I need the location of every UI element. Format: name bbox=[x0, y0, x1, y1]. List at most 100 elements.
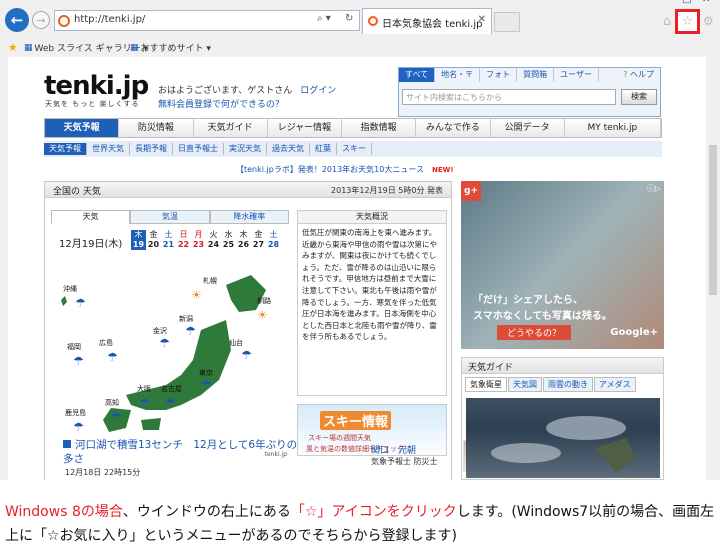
back-arrow-icon[interactable]: ← bbox=[5, 8, 29, 32]
nav-item[interactable]: 天気予報 bbox=[45, 119, 120, 137]
forecaster-name[interactable]: 関口 元朝 bbox=[371, 443, 438, 456]
date-cell[interactable]: 水 25 bbox=[221, 230, 236, 250]
minimize-icon[interactable]: ─ bbox=[664, 0, 670, 5]
subnav-item[interactable]: 過去天気 bbox=[267, 143, 310, 155]
rain-icon: ☂ bbox=[139, 396, 150, 410]
ad-cta-button[interactable]: どうやるの？ bbox=[497, 325, 572, 340]
search-tab[interactable]: フォト bbox=[480, 68, 518, 82]
date-cell[interactable]: 金 20 bbox=[146, 230, 161, 250]
subnav-item[interactable]: 長期予報 bbox=[130, 143, 173, 155]
subnav-item[interactable]: スキー bbox=[337, 143, 372, 155]
national-weather-panel: 全国の 天気 2013年12月19日 5時0分 発表 天気 気温 降水確率 12… bbox=[44, 181, 485, 480]
date-cell[interactable]: 木 26 bbox=[236, 230, 251, 250]
favorites-bar: ★ ▦ Web スライス ギャラリー ▾ ▦ おすすめサイト ▾ bbox=[0, 38, 720, 56]
nav-item[interactable]: レジャー情報 bbox=[268, 119, 342, 137]
url-text[interactable]: http://tenki.jp/ bbox=[74, 14, 145, 25]
date-cell[interactable]: 日 22 bbox=[176, 230, 191, 250]
date-cell[interactable]: 火 24 bbox=[206, 230, 221, 250]
greeting: おはようございます、ゲストさん ログイン bbox=[158, 86, 337, 96]
search-tab[interactable]: 地名・〒 bbox=[435, 68, 481, 82]
subnav-item[interactable]: 天気予報 bbox=[44, 143, 87, 155]
guide-tab[interactable]: 雨雲の動き bbox=[543, 377, 593, 392]
news-date: 12月18日 22時15分 bbox=[65, 468, 141, 477]
city-label[interactable]: 仙台 bbox=[229, 338, 243, 348]
forward-arrow-icon[interactable]: → bbox=[32, 11, 50, 29]
city-label[interactable]: 鹿児島 bbox=[65, 408, 86, 418]
panel-title: 全国の 天気 bbox=[53, 187, 101, 197]
guide-tab[interactable]: 気象衛星 bbox=[465, 377, 507, 392]
guide-tab[interactable]: 天気図 bbox=[508, 377, 542, 392]
subnav-item[interactable]: 実況天気 bbox=[224, 143, 267, 155]
vertical-scrollbar[interactable] bbox=[706, 57, 720, 480]
city-label[interactable]: 福岡 bbox=[67, 342, 81, 352]
favorites-bar-star-icon[interactable]: ★ bbox=[8, 41, 18, 54]
search-tab[interactable]: 質問箱 bbox=[517, 68, 555, 82]
map-tab[interactable]: 降水確率 bbox=[209, 210, 289, 224]
city-label[interactable]: 高知 bbox=[105, 398, 119, 408]
search-button[interactable]: 検索 bbox=[621, 89, 657, 105]
nav-item-my-tenki[interactable]: MY tenki.jp bbox=[565, 119, 661, 137]
login-link[interactable]: ログイン bbox=[300, 86, 336, 96]
map-tab[interactable]: 気温 bbox=[130, 210, 210, 224]
date-cell[interactable]: 月 23 bbox=[191, 230, 206, 250]
tab-favicon-icon bbox=[368, 16, 378, 26]
rain-icon: ☂ bbox=[75, 296, 86, 310]
browser-tab[interactable]: 日本気象協会 tenki.jp ✕ bbox=[362, 8, 492, 34]
maximize-icon[interactable]: □ bbox=[682, 0, 691, 5]
guide-tab[interactable]: アメダス bbox=[594, 377, 636, 392]
date-cell[interactable]: 土 28 bbox=[266, 230, 281, 250]
news-headline[interactable]: 河口湖で積雪13センチ 12月として6年ぶりの多さ bbox=[63, 438, 303, 466]
address-bar[interactable]: http://tenki.jp/ ⌕ ▾ ↻ bbox=[54, 10, 360, 31]
ad-banner[interactable]: g+ ⓘ▷ 「だけ」シェアしたら、 スマホなくしても写真は残る。 どうやるの？ … bbox=[461, 181, 664, 349]
date-cell[interactable]: 木 19 bbox=[131, 230, 146, 250]
map-tab[interactable]: 天気 bbox=[51, 210, 131, 224]
city-label[interactable]: 名古屋 bbox=[161, 384, 182, 394]
nav-item[interactable]: 指数情報 bbox=[342, 119, 417, 137]
city-label[interactable]: 沖縄 bbox=[63, 284, 77, 294]
refresh-icon[interactable]: ↻ bbox=[345, 13, 353, 24]
city-label[interactable]: 札幌 bbox=[203, 276, 217, 286]
nav-item[interactable]: 防災情報 bbox=[119, 119, 194, 137]
gear-icon[interactable]: ⚙ bbox=[703, 14, 714, 28]
ad-brand: Google+ bbox=[610, 327, 658, 338]
ad-info-icon[interactable]: ⓘ▷ bbox=[647, 183, 661, 194]
subnav-item[interactable]: 世界天気 bbox=[87, 143, 130, 155]
nav-item[interactable]: 公開データ bbox=[491, 119, 565, 137]
site-logo[interactable]: tenki.jp bbox=[44, 71, 149, 101]
search-tab[interactable]: すべて bbox=[399, 68, 436, 82]
news-ticker[interactable]: 【tenki.jpラボ】発表！2013年お天気10大ニュース NEW! bbox=[236, 164, 454, 175]
date-selector: 木 19 金 20 土 21 日 22 月 23 火 24 水 25 木 26 金 27 土 28 bbox=[131, 230, 281, 250]
ad-line: スマホなくしても写真は残る。 bbox=[473, 311, 612, 322]
city-label[interactable]: 広島 bbox=[99, 338, 113, 348]
rain-icon: ☂ bbox=[73, 420, 84, 434]
scroll-thumb[interactable] bbox=[709, 145, 717, 295]
new-tab-button[interactable] bbox=[494, 12, 520, 32]
home-icon[interactable]: ⌂ bbox=[663, 14, 671, 29]
close-window-icon[interactable]: ✕ bbox=[702, 0, 710, 5]
register-link[interactable]: 無料会員登録で何ができるの？ bbox=[158, 97, 284, 110]
forecaster-info: 関口 元朝 気象予報士 防災士 bbox=[371, 443, 438, 467]
nav-item[interactable]: 天気ガイド bbox=[194, 119, 268, 137]
city-label[interactable]: 釧路 bbox=[257, 296, 271, 306]
satellite-image[interactable] bbox=[466, 398, 660, 478]
help-link[interactable]: ? ヘルプ bbox=[623, 69, 654, 80]
browser-window: ← → http://tenki.jp/ ⌕ ▾ ↻ 日本気象協会 tenki.… bbox=[0, 0, 720, 480]
nav-item[interactable]: みんなで作る bbox=[416, 119, 491, 137]
summary-title: 天気概況 bbox=[298, 211, 446, 224]
date-cell[interactable]: 土 21 bbox=[161, 230, 176, 250]
favorites-star-icon[interactable]: ☆ bbox=[675, 9, 700, 34]
city-label[interactable]: 大阪 bbox=[137, 384, 151, 394]
japan-weather-map[interactable]: 沖縄 札幌 釧路 新潟 金沢 仙台 福岡 広島 東京 大阪 名古屋 鹿児島 高知… bbox=[51, 260, 291, 460]
subnav-item[interactable]: 紅葉 bbox=[310, 143, 337, 155]
city-label[interactable]: 東京 bbox=[199, 368, 213, 378]
subnav-item[interactable]: 日直予報士 bbox=[173, 143, 224, 155]
close-tab-icon[interactable]: ✕ bbox=[478, 14, 486, 25]
search-icon[interactable]: ⌕ ▾ bbox=[317, 13, 331, 24]
site-search-input[interactable]: サイト内検索はこちらから bbox=[402, 89, 616, 105]
search-tab[interactable]: ユーザー bbox=[554, 68, 599, 82]
city-label[interactable]: 新潟 bbox=[179, 314, 193, 324]
favorites-bar-item[interactable]: ▦ おすすめサイト ▾ bbox=[130, 41, 211, 55]
date-cell[interactable]: 金 27 bbox=[251, 230, 266, 250]
city-label[interactable]: 金沢 bbox=[153, 326, 167, 336]
rain-icon: ☂ bbox=[165, 396, 176, 410]
